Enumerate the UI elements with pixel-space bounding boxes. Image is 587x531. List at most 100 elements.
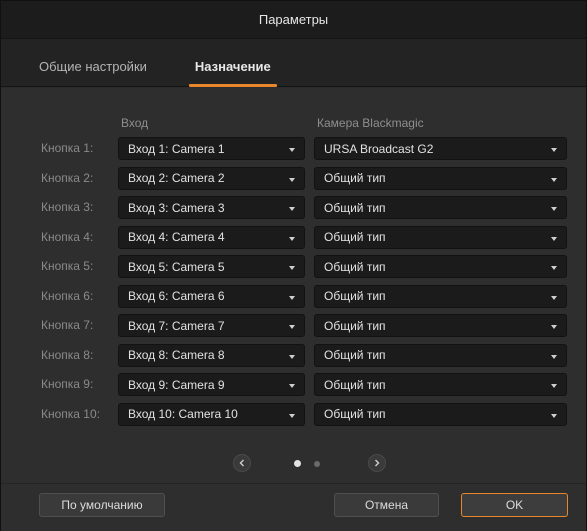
- camera-select[interactable]: Общий тип: [314, 314, 567, 337]
- caret-down-icon: [289, 207, 295, 211]
- caret-down-icon: [289, 325, 295, 329]
- button-label: Кнопка 5:: [41, 259, 94, 273]
- assignment-row: Кнопка 1: Вход 1: Camera 1 URSA Broadcast …: [1, 137, 586, 160]
- camera-select[interactable]: Общий тип: [314, 402, 567, 426]
- caret-down-icon: [289, 295, 295, 300]
- input-select-value: Вход 5: Camera 5: [128, 259, 225, 274]
- input-select-value: Вход 6: Camera 6: [128, 289, 225, 303]
- button-label: Кнопка 8:: [41, 347, 94, 362]
- camera-select[interactable]: Общий тип: [314, 343, 567, 367]
- button-label: Кнопка 1:: [41, 141, 94, 155]
- button-label: Кнопка 4:: [41, 229, 94, 244]
- input-select-value: Вход 7: Camera 7: [128, 318, 225, 333]
- input-select[interactable]: Вход 8: Camera 8: [118, 343, 305, 367]
- page-dot-2[interactable]: [314, 461, 320, 467]
- prev-page-button[interactable]: [233, 454, 251, 472]
- caret-down-icon: [551, 384, 557, 388]
- input-select-value: Вход 2: Camera 2: [128, 171, 225, 185]
- caret-down-icon: [551, 236, 557, 241]
- assignment-row: Кнопка 3: Вход 3: Camera 3 Общий тип: [1, 196, 586, 219]
- assignment-row: Кнопка 8: Вход 8: Camera 8 Общий тип: [1, 343, 586, 367]
- caret-down-icon: [551, 207, 557, 211]
- caret-down-icon: [289, 177, 295, 182]
- footer-divider: [1, 483, 586, 484]
- input-select-value: Вход 3: Camera 3: [128, 200, 225, 215]
- input-select-value: Вход 4: Camera 4: [128, 230, 225, 244]
- camera-select[interactable]: Общий тип: [314, 255, 567, 278]
- page-dot-1[interactable]: [294, 460, 301, 467]
- camera-select-value: Общий тип: [324, 171, 386, 185]
- assignment-panel: Вход Камера Blackmagic Кнопка 1: Вход 1: …: [1, 88, 586, 531]
- camera-select[interactable]: Общий тип: [314, 225, 567, 249]
- assignment-row: Кнопка 10: Вход 10: Camera 10 Общий тип: [1, 402, 586, 426]
- camera-select-value: Общий тип: [324, 200, 386, 215]
- caret-down-icon: [551, 295, 557, 300]
- input-select[interactable]: Вход 2: Camera 2: [118, 166, 305, 190]
- caret-down-icon: [289, 236, 295, 241]
- camera-select-value: Общий тип: [324, 259, 386, 274]
- restore-defaults-button[interactable]: По умолчанию: [39, 493, 165, 517]
- caret-down-icon: [551, 266, 557, 270]
- caret-down-icon: [289, 354, 295, 359]
- camera-select[interactable]: Общий тип: [314, 196, 567, 219]
- camera-select-value: URSA Broadcast G2: [324, 141, 434, 156]
- cancel-button[interactable]: Отмена: [334, 493, 439, 517]
- window-title: Параметры: [258, 12, 329, 27]
- input-select-value: Вход 1: Camera 1: [128, 141, 225, 156]
- caret-down-icon: [289, 266, 295, 270]
- tab-assignment[interactable]: Назначение: [188, 59, 277, 87]
- assignment-row: Кнопка 4: Вход 4: Camera 4 Общий тип: [1, 225, 586, 249]
- caret-down-icon: [289, 384, 295, 388]
- input-select-value: Вход 10: Camera 10: [128, 407, 238, 421]
- button-label: Кнопка 10:: [41, 406, 100, 421]
- button-label: Кнопка 6:: [41, 288, 94, 303]
- camera-select[interactable]: Общий тип: [314, 166, 567, 190]
- input-select[interactable]: Вход 5: Camera 5: [118, 255, 305, 278]
- tab-general-settings[interactable]: Общие настройки: [39, 59, 147, 86]
- title-bar: Параметры: [1, 1, 586, 39]
- camera-select[interactable]: URSA Broadcast G2: [314, 137, 567, 160]
- camera-select[interactable]: Общий тип: [314, 284, 567, 308]
- button-label: Кнопка 7:: [41, 318, 94, 332]
- camera-select-value: Общий тип: [324, 377, 386, 392]
- camera-select-value: Общий тип: [324, 230, 386, 244]
- input-select[interactable]: Вход 4: Camera 4: [118, 225, 305, 249]
- caret-down-icon: [551, 413, 557, 418]
- assignment-row: Кнопка 6: Вход 6: Camera 6 Общий тип: [1, 284, 586, 308]
- button-label: Кнопка 2:: [41, 170, 94, 185]
- caret-down-icon: [289, 148, 295, 152]
- input-select[interactable]: Вход 10: Camera 10: [118, 402, 305, 426]
- camera-select-value: Общий тип: [324, 348, 386, 362]
- assignment-row: Кнопка 5: Вход 5: Camera 5 Общий тип: [1, 255, 586, 278]
- assignment-row: Кнопка 9: Вход 9: Camera 9 Общий тип: [1, 373, 586, 396]
- assignment-row: Кнопка 7: Вход 7: Camera 7 Общий тип: [1, 314, 586, 337]
- input-select[interactable]: Вход 3: Camera 3: [118, 196, 305, 219]
- ok-button[interactable]: OK: [461, 493, 568, 517]
- pagination: [1, 454, 586, 474]
- input-select[interactable]: Вход 6: Camera 6: [118, 284, 305, 308]
- caret-down-icon: [551, 177, 557, 182]
- chevron-left-icon: [239, 459, 244, 467]
- camera-select[interactable]: Общий тип: [314, 373, 567, 396]
- chevron-right-icon: [375, 459, 380, 467]
- input-select-value: Вход 9: Camera 9: [128, 377, 225, 392]
- camera-select-value: Общий тип: [324, 318, 386, 333]
- input-select[interactable]: Вход 9: Camera 9: [118, 373, 305, 396]
- tab-bar: Общие настройки Назначение: [1, 39, 586, 87]
- camera-column-header: Камера Blackmagic: [317, 116, 424, 130]
- assignment-row: Кнопка 2: Вход 2: Camera 2 Общий тип: [1, 166, 586, 190]
- caret-down-icon: [289, 413, 295, 418]
- camera-select-value: Общий тип: [324, 289, 386, 303]
- input-select[interactable]: Вход 7: Camera 7: [118, 314, 305, 337]
- settings-window: Параметры Общие настройки Назначение Вхо…: [0, 0, 587, 531]
- button-label: Кнопка 3:: [41, 200, 94, 214]
- camera-select-value: Общий тип: [324, 407, 386, 421]
- input-select-value: Вход 8: Camera 8: [128, 348, 225, 362]
- caret-down-icon: [551, 354, 557, 359]
- next-page-button[interactable]: [368, 454, 386, 472]
- input-column-header: Вход: [121, 116, 149, 130]
- caret-down-icon: [551, 325, 557, 329]
- caret-down-icon: [551, 148, 557, 152]
- input-select[interactable]: Вход 1: Camera 1: [118, 137, 305, 160]
- button-label: Кнопка 9:: [41, 377, 94, 391]
